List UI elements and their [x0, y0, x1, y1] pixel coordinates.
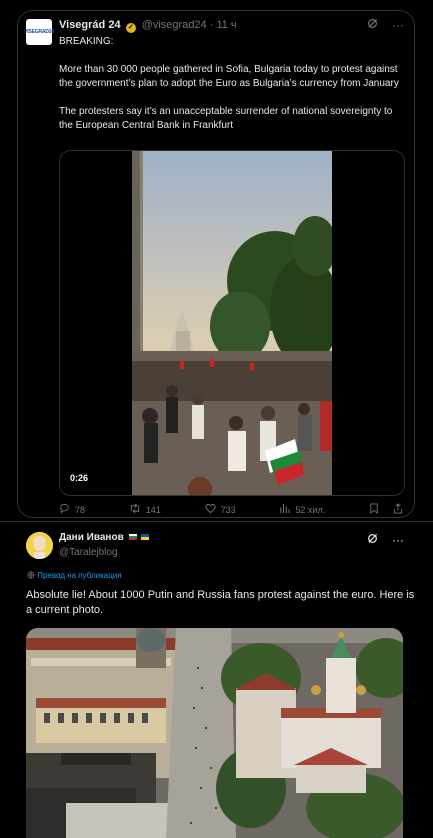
reply-button[interactable]: 78 — [59, 503, 85, 517]
post-paragraph: BREAKING: — [59, 36, 114, 47]
verified-badge-icon: ✓ — [125, 23, 136, 33]
quoted-post-time[interactable]: · 11 ч — [207, 19, 237, 31]
quoted-post-actions: 78 141 733 52 хил. — [59, 503, 403, 517]
post-extra-actions — [369, 503, 403, 517]
bulgaria-flag-icon — [128, 534, 137, 540]
reply-author-line[interactable]: Дани Иванов — [59, 532, 150, 543]
views-button[interactable]: 52 хил. — [279, 503, 325, 517]
reply-author-avatar[interactable] — [26, 532, 53, 559]
quoted-author-name[interactable]: Visegrád 24 — [59, 19, 121, 31]
reply-count: 78 — [75, 505, 86, 515]
quoted-author-handle[interactable]: @visegrad24 — [142, 19, 207, 31]
post-paragraph: The protesters say it’s an unacceptable … — [59, 106, 393, 131]
heart-icon — [205, 503, 216, 517]
quoted-post-tools: ··· — [367, 18, 404, 32]
translate-post-link[interactable]: Превод на публикация — [27, 571, 122, 580]
avatar-logo-text: VISEGRAD24 — [24, 29, 54, 35]
more-icon[interactable]: ··· — [392, 18, 404, 32]
views-icon — [279, 503, 291, 517]
grok-icon[interactable] — [367, 18, 378, 32]
reply-author-handle[interactable]: @Taralejblog — [59, 547, 118, 558]
ukraine-flag-icon — [141, 534, 150, 540]
video-frame — [60, 151, 404, 495]
reply-icon — [59, 503, 70, 517]
post-divider — [0, 521, 433, 522]
grok-icon[interactable] — [367, 533, 378, 547]
repost-button[interactable]: 141 — [129, 503, 161, 517]
repost-count: 141 — [145, 505, 161, 515]
more-icon[interactable]: ··· — [392, 533, 404, 547]
previous-post-cutoff — [0, 0, 433, 10]
quoted-author-line[interactable]: Visegrád 24 ✓ @visegrad24 · 11 ч — [59, 19, 237, 33]
quoted-author-avatar[interactable]: VISEGRAD24 — [24, 19, 54, 45]
translate-label: Превод на публикация — [37, 571, 122, 580]
repost-icon — [129, 503, 141, 517]
views-count: 52 хил. — [295, 505, 326, 515]
reply-author-name[interactable]: Дани Иванов — [59, 532, 124, 543]
bookmark-icon[interactable] — [369, 503, 379, 517]
share-icon[interactable] — [393, 503, 403, 517]
post-paragraph: More than 30 000 people gathered in Sofi… — [59, 64, 399, 89]
reply-post-tools: ··· — [367, 533, 404, 547]
like-button[interactable]: 733 — [205, 503, 236, 517]
video-duration: 0:26 — [70, 473, 89, 483]
like-count: 733 — [220, 505, 236, 515]
reply-post-photo[interactable] — [26, 628, 403, 838]
reply-post-text: Absolute lie! About 1000 Putin and Russi… — [26, 589, 415, 616]
globe-icon — [27, 571, 37, 580]
video-player[interactable]: 0:26 — [59, 150, 405, 496]
aerial-city-photo — [26, 628, 403, 838]
quoted-post-text: BREAKING: More than 30 000 people gather… — [59, 35, 409, 147]
